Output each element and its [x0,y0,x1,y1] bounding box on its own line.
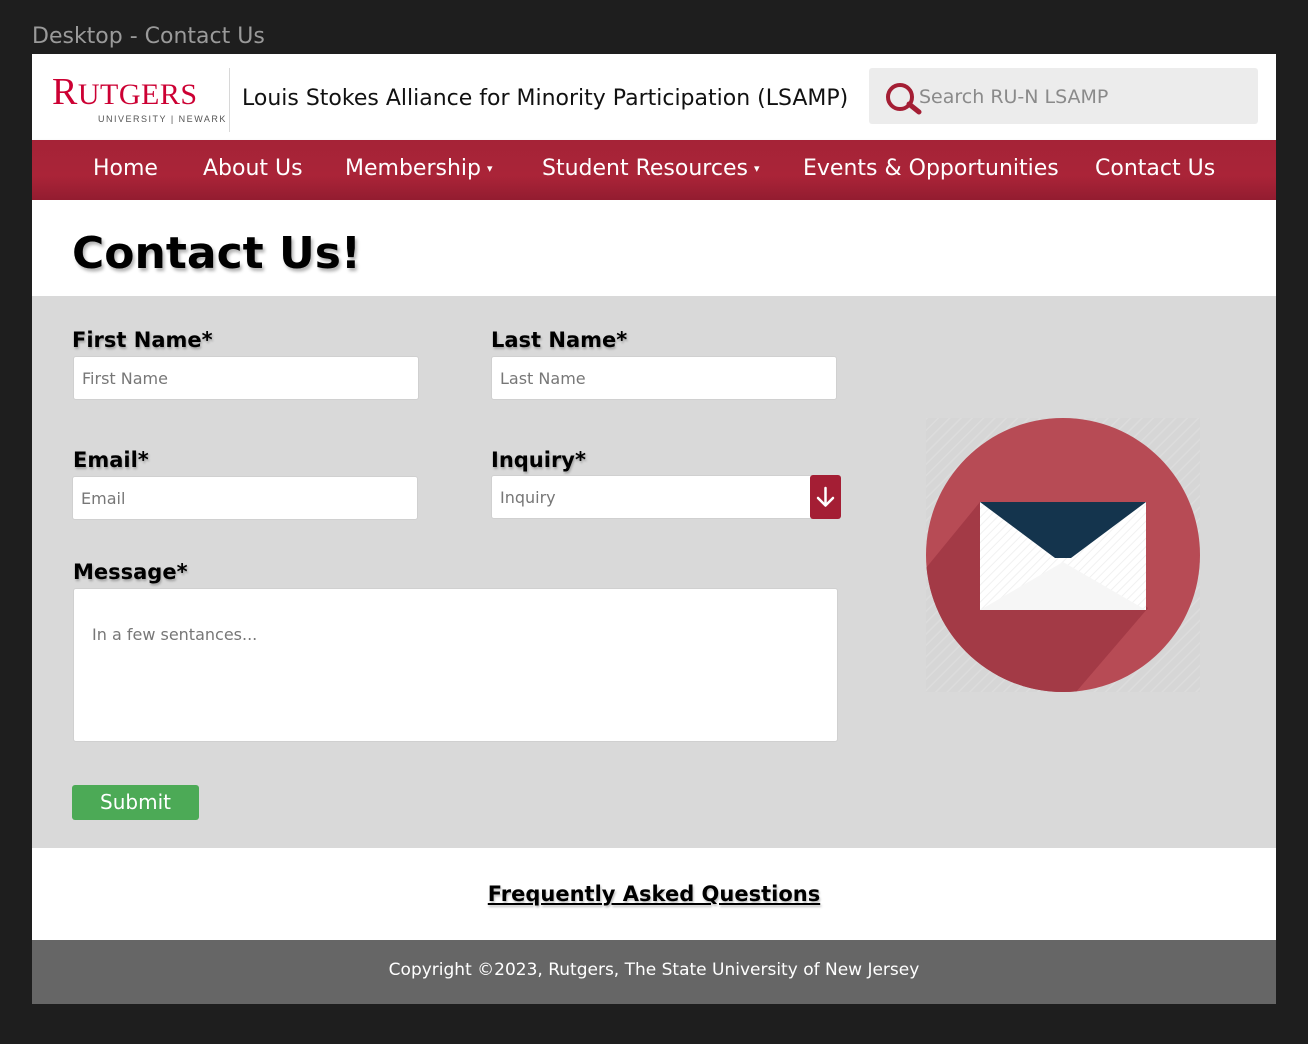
message-placeholder: In a few sentances... [92,625,258,644]
arrow-down-icon [816,486,835,507]
search-input[interactable]: Search RU-N LSAMP [869,68,1258,124]
search-placeholder: Search RU-N LSAMP [919,86,1109,108]
nav-item-student-resources[interactable]: Student Resources ▾ [542,156,759,181]
nav-item-contact-us[interactable]: Contact Us [1095,156,1215,181]
frame-label: Desktop - Contact Us [32,24,265,49]
nav-label: Contact Us [1095,156,1216,181]
nav-label: About Us [203,156,303,181]
nav-label: Student Resources [542,156,748,181]
first-name-placeholder: First Name [82,369,168,388]
copyright-text: Copyright ©2023, Rutgers, The State Univ… [388,960,920,980]
inquiry-placeholder: Inquiry [500,488,556,507]
title-band: Contact Us! [32,200,1276,296]
site-header: RUTGERS UNIVERSITY | NEWARK Louis Stokes… [32,54,1276,140]
footer: Copyright ©2023, Rutgers, The State Univ… [32,940,1276,1004]
message-textarea[interactable]: In a few sentances... [73,588,838,742]
nav-item-events[interactable]: Events & Opportunities [803,156,1059,181]
first-name-label: First Name* [72,328,213,352]
email-placeholder: Email [81,489,126,508]
first-name-field[interactable]: First Name [73,356,419,400]
logo-rest: UTGERS [77,78,198,111]
header-divider [229,68,230,132]
logo-subtitle: UNIVERSITY | NEWARK [98,114,227,124]
email-field[interactable]: Email [72,476,418,520]
page: RUTGERS UNIVERSITY | NEWARK Louis Stokes… [32,54,1276,1004]
page-title: Contact Us! [72,228,361,279]
last-name-field[interactable]: Last Name [491,356,837,400]
nav-item-home[interactable]: Home [93,156,158,181]
chevron-down-icon: ▾ [753,162,760,175]
last-name-label: Last Name* [491,328,628,352]
submit-button[interactable]: Submit [72,785,199,820]
search-icon [886,83,922,115]
logo-initial: R [52,71,78,113]
message-label: Message* [73,560,188,584]
last-name-placeholder: Last Name [500,369,586,388]
contact-form: First Name* First Name Last Name* Last N… [32,296,1276,848]
email-label: Email* [73,448,149,472]
inquiry-dropdown-button[interactable] [810,475,841,519]
nav-item-membership[interactable]: Membership ▾ [345,156,493,181]
nav-label: Events & Opportunities [803,156,1059,181]
inquiry-label: Inquiry* [491,448,586,472]
site-title: Louis Stokes Alliance for Minority Parti… [242,86,849,111]
rutgers-logo[interactable]: RUTGERS UNIVERSITY | NEWARK [52,70,225,126]
logo-wordmark: RUTGERS [52,70,198,117]
chevron-down-icon: ▾ [486,162,493,175]
inquiry-select[interactable]: Inquiry [491,475,813,519]
faq-link[interactable]: Frequently Asked Questions [32,882,1276,906]
nav-item-about-us[interactable]: About Us [203,156,303,181]
nav-label: Home [93,156,158,181]
envelope-icon [926,418,1200,692]
main-nav: Home About Us Membership ▾ Student Resour… [32,140,1276,200]
envelope-illustration [926,418,1200,692]
faq-band: Frequently Asked Questions [32,848,1276,940]
nav-label: Membership [345,156,481,181]
